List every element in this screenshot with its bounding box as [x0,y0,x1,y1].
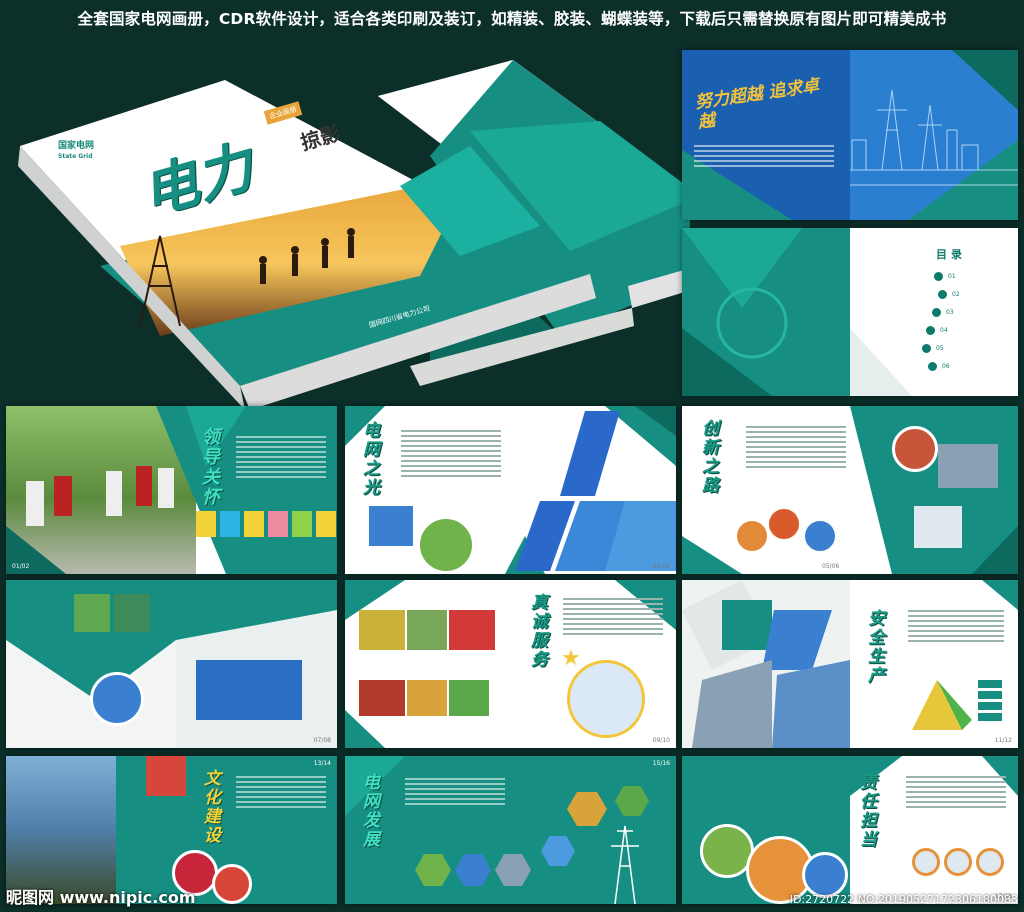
service-photo-2 [407,610,447,650]
grid-light-pagenum: 03/04 [652,563,670,570]
innovation-photo-1 [938,444,998,488]
service-calli: 真诚服务 [531,593,548,670]
innovation-pagenum: 05/06 [822,563,840,570]
spread-teal-intro: 07/08 [6,580,337,748]
development-calli: 电网发展 [363,773,380,850]
slogan-paragraph [694,145,834,170]
service-paragraph [563,598,663,638]
innovation-circle-3 [734,518,770,554]
toc-num-1: 01 [948,273,956,280]
watermark-site: 昵图网 www.nipic.com [6,888,196,907]
toc-num-3: 03 [946,309,954,316]
spread-grid-light: 电网之光 03/04 [345,406,676,574]
responsibility-flow-1 [912,848,940,876]
toc-num-2: 02 [952,291,960,298]
safety-paragraph [908,610,1004,645]
star-icon: ★ [561,646,581,671]
leadership-shapes-svg [6,406,337,574]
safety-legend [978,680,1002,721]
teal-intro-circle [90,672,144,726]
toc-dot-4 [926,326,935,335]
innovation-circle-2 [802,518,838,554]
responsibility-flow-2 [944,848,972,876]
innovation-calli: 创新之路 [702,419,719,496]
grid-light-calli: 电网之光 [363,421,380,498]
service-photo-3 [449,610,495,650]
service-circle-photo [567,660,645,738]
responsibility-calli: 责任担当 [860,773,877,850]
watermark-footer: 昵图网 www.nipic.com ID:2720722 NO:20190527… [0,878,1024,912]
spread-service: 真诚服务 ★ 09/10 [345,580,676,748]
service-photo-6 [449,680,489,716]
leadership-paragraph [236,436,326,481]
innovation-shapes-svg [682,406,1018,574]
safety-shapes-svg [682,580,1018,748]
toc-num-6: 06 [942,363,950,370]
culture-calli: 文化建设 [204,769,221,846]
responsibility-paragraph [906,776,1006,811]
culture-photo-2 [146,756,186,796]
leadership-pagenum: 01/02 [12,563,30,570]
innovation-circle-4 [892,426,938,472]
spread-toc: 目录 01 02 03 04 05 06 [682,228,1018,396]
safety-pagenum: 11/12 [994,737,1012,744]
cover-brand-cn: 国家电网 [58,141,95,151]
toc-title: 目录 [936,248,966,261]
innovation-circle-1 [766,506,802,542]
teal-intro-photo-1 [74,594,110,632]
toc-dot-5 [922,344,931,353]
cover-brand: 国家电网 State Grid [58,138,94,161]
banner-text: 全套国家电网画册，CDR软件设计，适合各类印刷及装订，如精装、胶装、蝴蝶装等，下… [77,10,947,28]
culture-pagenum: 13/14 [313,760,331,767]
teal-intro-photo-2 [114,594,150,632]
innovation-paragraph [746,426,846,471]
cover-mockup: 国家电网 State Grid 电力 掠影 企业画册 国网四川省电力公司 [0,36,770,410]
cover-brand-en: State Grid [58,153,93,160]
grid-light-circle-photo [417,516,475,574]
teal-intro-pagenum: 07/08 [313,737,331,744]
watermark-id: ID:2720722 NO:20190527172306180083 [789,893,1018,906]
leadership-icons [196,511,336,537]
safety-calli: 安全生产 [868,609,885,686]
toc-dot-1 [934,272,943,281]
grid-light-paragraph [401,430,501,480]
spread-innovation: 创新之路 05/06 [682,406,1018,574]
toc-shapes-svg [682,228,912,396]
teal-intro-photo-3 [196,660,302,720]
toc-dot-6 [928,362,937,371]
spread-safety: 安全生产 11/12 [682,580,1018,748]
service-photo-4 [359,680,405,716]
toc-num-4: 04 [940,327,948,334]
culture-paragraph [236,776,326,811]
leadership-calli: 领导关怀 [202,427,220,508]
development-paragraph [405,778,505,808]
service-pagenum: 09/10 [652,737,670,744]
service-photo-5 [407,680,447,716]
service-photo-1 [359,610,405,650]
spread-slogan: 努力超越 追求卓越 [682,50,1018,220]
toc-num-5: 05 [936,345,944,352]
responsibility-flow-3 [976,848,1004,876]
toc-dot-3 [932,308,941,317]
grid-light-photo-1 [369,506,413,546]
development-pagenum: 15/16 [652,760,670,767]
toc-dot-2 [938,290,947,299]
grid-light-shapes-svg [345,406,676,574]
spread-leadership: 领导关怀 01/02 [6,406,337,574]
city-skyline-svg [682,50,1018,220]
innovation-photo-2 [914,506,962,548]
book-mockup-svg [18,60,770,410]
